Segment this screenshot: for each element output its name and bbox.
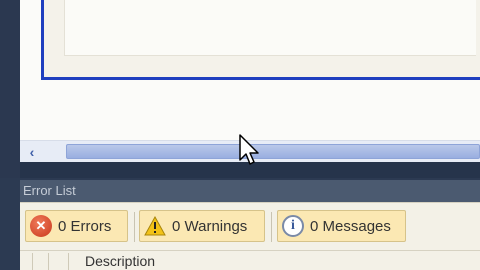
panel-title: Error List [20, 180, 480, 202]
mouse-pointer-icon [239, 134, 259, 165]
messages-filter-button[interactable]: i 0 Messages [277, 210, 406, 242]
toolbar-divider [271, 212, 272, 242]
error-icon: ✕ [30, 215, 52, 237]
column-divider[interactable] [48, 253, 49, 270]
scrollbar-thumb[interactable] [66, 144, 480, 159]
column-divider[interactable] [32, 253, 33, 270]
errors-filter-button[interactable]: ✕ 0 Errors [25, 210, 128, 242]
design-editor[interactable] [20, 0, 480, 140]
design-surface[interactable] [41, 0, 480, 80]
column-divider[interactable] [68, 253, 69, 270]
warning-icon [144, 215, 166, 237]
ide-window: ‹ Error List ✕ 0 Errors 0 Warnings i 0 M… [0, 0, 480, 270]
warnings-label: 0 Warnings [172, 217, 248, 235]
error-list-header: Description [20, 250, 480, 270]
info-icon: i [282, 215, 304, 237]
toolbar-divider [134, 212, 135, 242]
design-canvas[interactable] [64, 0, 476, 56]
chevron-left-icon[interactable]: ‹ [22, 143, 42, 161]
left-rail [0, 0, 20, 178]
errors-label: 0 Errors [58, 217, 112, 235]
messages-label: 0 Messages [310, 217, 391, 235]
column-header-description[interactable]: Description [85, 253, 155, 269]
warnings-filter-button[interactable]: 0 Warnings [139, 210, 265, 242]
error-list-toolbar: ✕ 0 Errors 0 Warnings i 0 Messages [20, 202, 480, 250]
